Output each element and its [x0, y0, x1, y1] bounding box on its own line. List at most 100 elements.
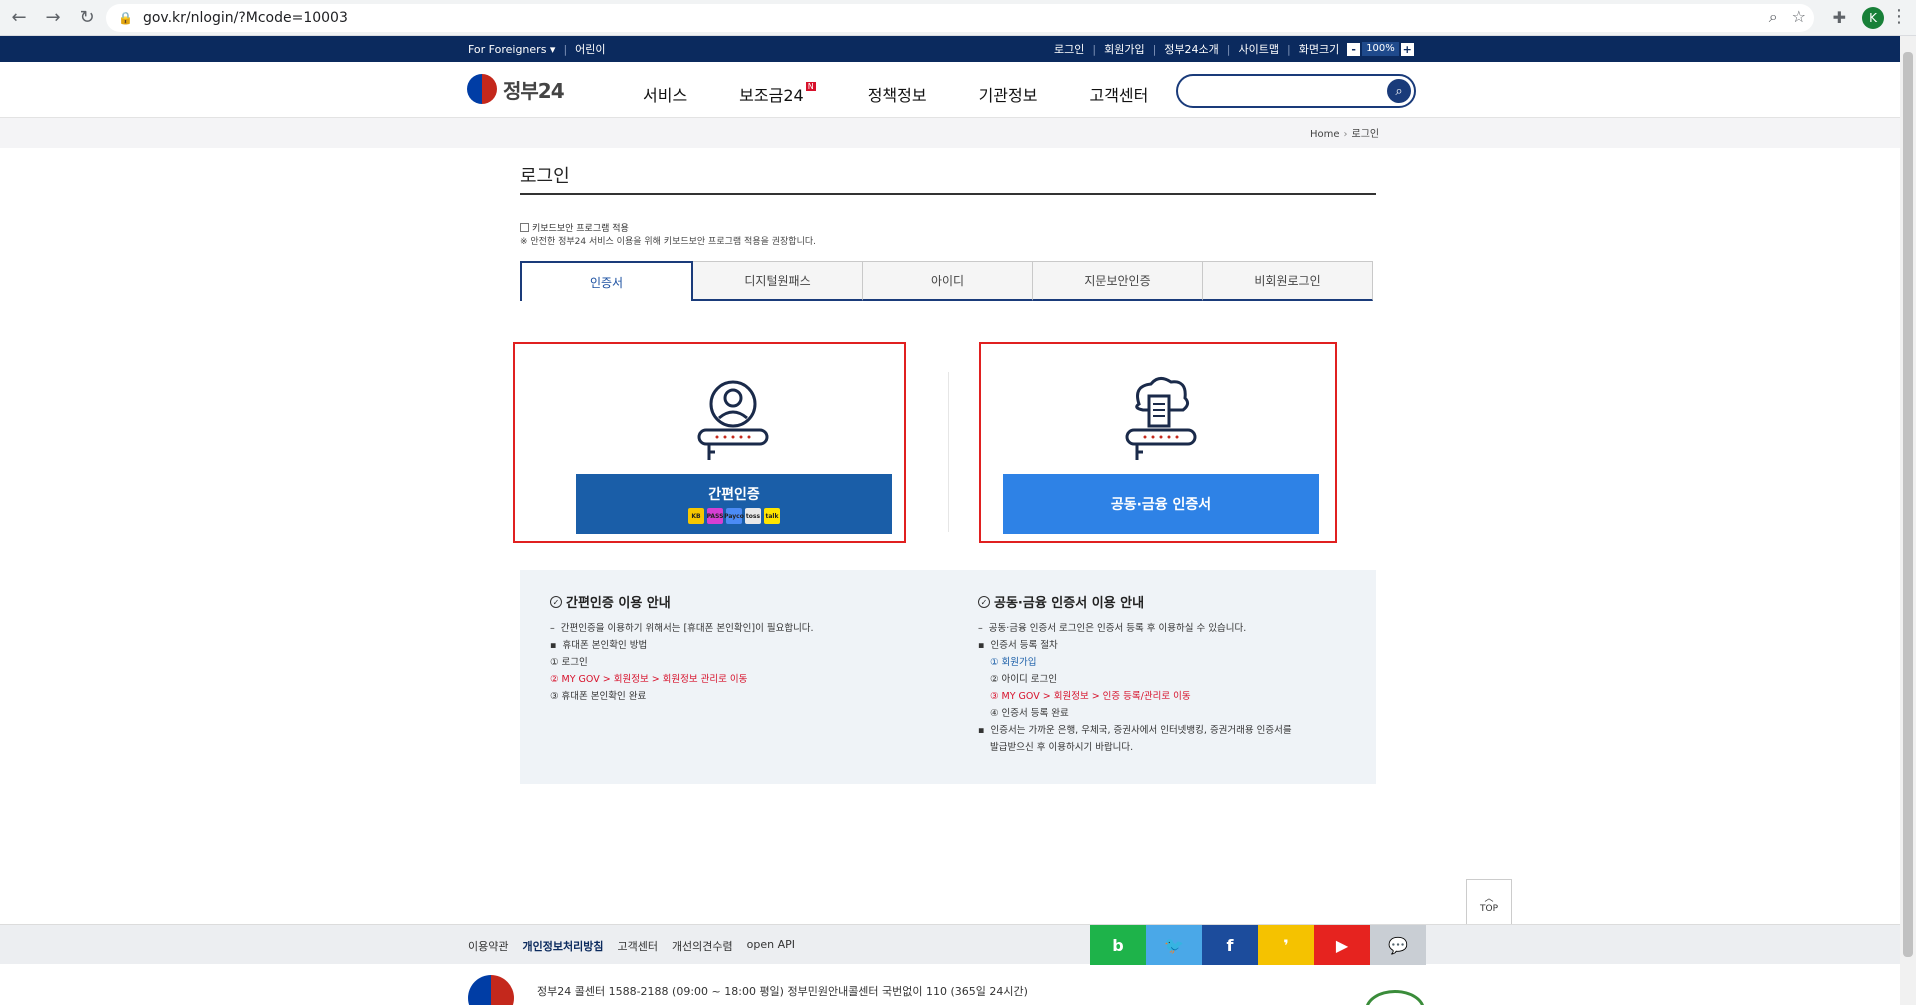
scrollbar[interactable] — [1900, 36, 1916, 1005]
list-item: ③ MY GOV > 회원정보 > 인증 등록/관리로 이동 — [990, 691, 1191, 702]
auth-provider-logos: KB PASS Payco toss talk — [688, 508, 780, 524]
cert-guide-title: ✓ 공동·금융 인증서 이용 안내 — [978, 592, 1144, 611]
zoom-out-button[interactable]: - — [1347, 42, 1361, 56]
breadcrumb-home[interactable]: Home — [1310, 129, 1340, 140]
kakao-story-icon[interactable]: ❜ — [1258, 925, 1314, 965]
blog-icon[interactable]: b — [1090, 925, 1146, 965]
kb-icon: KB — [688, 508, 704, 524]
footer-bar: 이용약관 개인정보처리방침 고객센터 개선의견수렴 open API b 🐦 f… — [0, 924, 1900, 965]
list-item: ▪ 휴대폰 본인확인 방법 — [550, 640, 648, 651]
chat-icon[interactable]: 💬 — [1370, 925, 1426, 965]
nav-item-services[interactable]: 서비스 — [643, 82, 687, 106]
login-link[interactable]: 로그인 — [1054, 41, 1084, 57]
footer-link-feedback[interactable]: 개선의견수렴 — [672, 938, 733, 954]
profile-avatar[interactable]: K — [1862, 7, 1884, 29]
forward-icon[interactable]: → — [38, 3, 68, 33]
youtube-icon[interactable]: ▶ — [1314, 925, 1370, 965]
check-circle-icon: ✓ — [978, 595, 990, 608]
zoom-value: 100% — [1362, 42, 1399, 56]
toss-icon: toss — [745, 508, 761, 524]
nav-item-agency[interactable]: 기관정보 — [979, 82, 1038, 106]
nav-item-policy[interactable]: 정책정보 — [868, 82, 927, 106]
list-item: – 간편인증을 이용하기 위해서는 [휴대폰 본인확인]이 필요합니다. — [550, 623, 814, 634]
keyboard-security-label: 키보드보안 프로그램 적용 — [532, 224, 629, 234]
menu-dots-icon[interactable]: ⋮ — [1890, 6, 1908, 27]
list-item: – 공동·금융 인증서 로그인은 인증서 등록 후 이용하실 수 있습니다. — [978, 623, 1247, 634]
cloud-certificate-icon — [1125, 377, 1197, 460]
footer-link-terms[interactable]: 이용약관 — [468, 938, 508, 954]
simple-auth-button[interactable]: 간편인증 KB PASS Payco toss talk — [576, 474, 892, 534]
address-bar[interactable]: 🔒 gov.kr/nlogin/?Mcode=10003 ⌕ ☆ — [106, 4, 1814, 32]
tab-certificate[interactable]: 인증서 — [520, 261, 693, 301]
nav-item-support[interactable]: 고객센터 — [1089, 82, 1148, 106]
certificate-login-button[interactable]: 공동·금융 인증서 — [1003, 474, 1319, 534]
signup-link[interactable]: 회원가입 — [1104, 41, 1144, 57]
tab-fingerprint[interactable]: 지문보안인증 — [1033, 261, 1203, 301]
facebook-icon[interactable]: f — [1202, 925, 1258, 965]
extensions-icon[interactable]: ✚ — [1833, 8, 1846, 27]
breadcrumb-current: 로그인 — [1351, 129, 1380, 140]
simple-auth-guide-title: ✓ 간편인증 이용 안내 — [550, 592, 671, 611]
card-divider — [948, 372, 949, 532]
list-item: ② 아이디 로그인 — [990, 674, 1057, 685]
zoom-in-button[interactable]: + — [1400, 42, 1414, 56]
scroll-top-button[interactable]: ︿ TOP — [1466, 879, 1512, 925]
search-input[interactable] — [1192, 76, 1382, 104]
title-divider — [520, 193, 1376, 195]
tab-guest-login[interactable]: 비회원로그인 — [1203, 261, 1373, 301]
login-method-tabs: 인증서 디지털원패스 아이디 지문보안인증 비회원로그인 — [520, 261, 1373, 302]
list-item: ① 로그인 — [550, 657, 588, 668]
browser-toolbar: ← → ↻ 🔒 gov.kr/nlogin/?Mcode=10003 ⌕ ☆ ✚… — [0, 0, 1916, 36]
reload-icon[interactable]: ↻ — [72, 3, 102, 33]
page-title: 로그인 — [520, 166, 570, 187]
sns-links: b 🐦 f ❜ ▶ 💬 — [1090, 925, 1426, 965]
nav-item-subsidy[interactable]: 보조금24 N — [739, 82, 816, 106]
list-item: ▪ 인증서 등록 절차 — [978, 640, 1058, 651]
breadcrumb-band: Home › 로그인 — [0, 118, 1900, 148]
list-item: ① 회원가입 — [990, 657, 1037, 668]
zoom-icon[interactable]: ⌕ — [1769, 7, 1778, 27]
breadcrumb: Home › 로그인 — [1310, 129, 1380, 140]
simple-auth-card: 간편인증 KB PASS Payco toss talk — [513, 342, 906, 543]
search-icon[interactable]: ⌕ — [1387, 79, 1411, 103]
keyboard-security-checkbox[interactable] — [520, 223, 529, 232]
list-item: ④ 인증서 등록 완료 — [990, 708, 1069, 719]
certification-badge-icon — [1365, 990, 1425, 1005]
kids-link[interactable]: 어린이 — [575, 41, 605, 57]
payco-icon: Payco — [724, 508, 744, 524]
tab-digital-onepass[interactable]: 디지털원패스 — [693, 261, 863, 301]
keyboard-security-option[interactable]: 키보드보안 프로그램 적용 — [520, 221, 629, 234]
pass-icon: PASS — [707, 508, 723, 524]
back-icon[interactable]: ← — [4, 3, 34, 33]
scrollbar-thumb[interactable] — [1903, 52, 1913, 957]
footer-link-privacy[interactable]: 개인정보처리방침 — [522, 938, 603, 954]
footer-link-support[interactable]: 고객센터 — [617, 938, 657, 954]
list-item: 발급받으신 후 이용하시기 바랍니다. — [990, 742, 1134, 753]
intro-link[interactable]: 정부24소개 — [1164, 41, 1218, 57]
footer-links: 이용약관 개인정보처리방침 고객센터 개선의견수렴 open API — [468, 938, 795, 954]
keyboard-security-note: ※ 안전한 정부24 서비스 이용을 위해 키보드보안 프로그램 적용을 권장합… — [520, 237, 817, 247]
person-key-icon — [697, 380, 769, 460]
screen-size-label: 화면크기 — [1298, 43, 1340, 56]
sitemap-link[interactable]: 사이트맵 — [1239, 41, 1279, 57]
site-header: 정부24 서비스 보조금24 N 정책정보 기관정보 고객센터 ⌕ — [0, 62, 1900, 118]
lock-icon: 🔒 — [118, 11, 133, 25]
site-logo[interactable]: 정부24 — [467, 74, 565, 104]
taegeuk-logo-icon — [467, 74, 497, 104]
kakao-talk-icon: talk — [764, 508, 780, 524]
footer-link-openapi[interactable]: open API — [747, 938, 795, 954]
list-item: ② MY GOV > 회원정보 > 회원정보 관리로 이동 — [550, 674, 748, 685]
chevron-up-icon: ︿ — [1484, 893, 1494, 904]
certificate-card: 공동·금융 인증서 — [979, 342, 1337, 543]
simple-auth-guide-list: – 간편인증을 이용하기 위해서는 [휴대폰 본인확인]이 필요합니다. ▪ 휴… — [550, 620, 814, 705]
url-text: gov.kr/nlogin/?Mcode=10003 — [142, 10, 348, 26]
list-item: ▪ 인증서는 가까운 은행, 우체국, 증권사에서 인터넷뱅킹, 증권거래용 인… — [978, 725, 1292, 736]
footer-logo-icon — [468, 975, 514, 1005]
bookmark-star-icon[interactable]: ☆ — [1792, 7, 1806, 27]
list-item: ③ 휴대폰 본인확인 완료 — [550, 691, 647, 702]
check-circle-icon: ✓ — [550, 595, 562, 608]
for-foreigners-link[interactable]: For Foreigners ▾ — [468, 43, 555, 56]
twitter-icon[interactable]: 🐦 — [1146, 925, 1202, 965]
tab-id[interactable]: 아이디 — [863, 261, 1033, 301]
search-box: ⌕ — [1176, 74, 1416, 108]
